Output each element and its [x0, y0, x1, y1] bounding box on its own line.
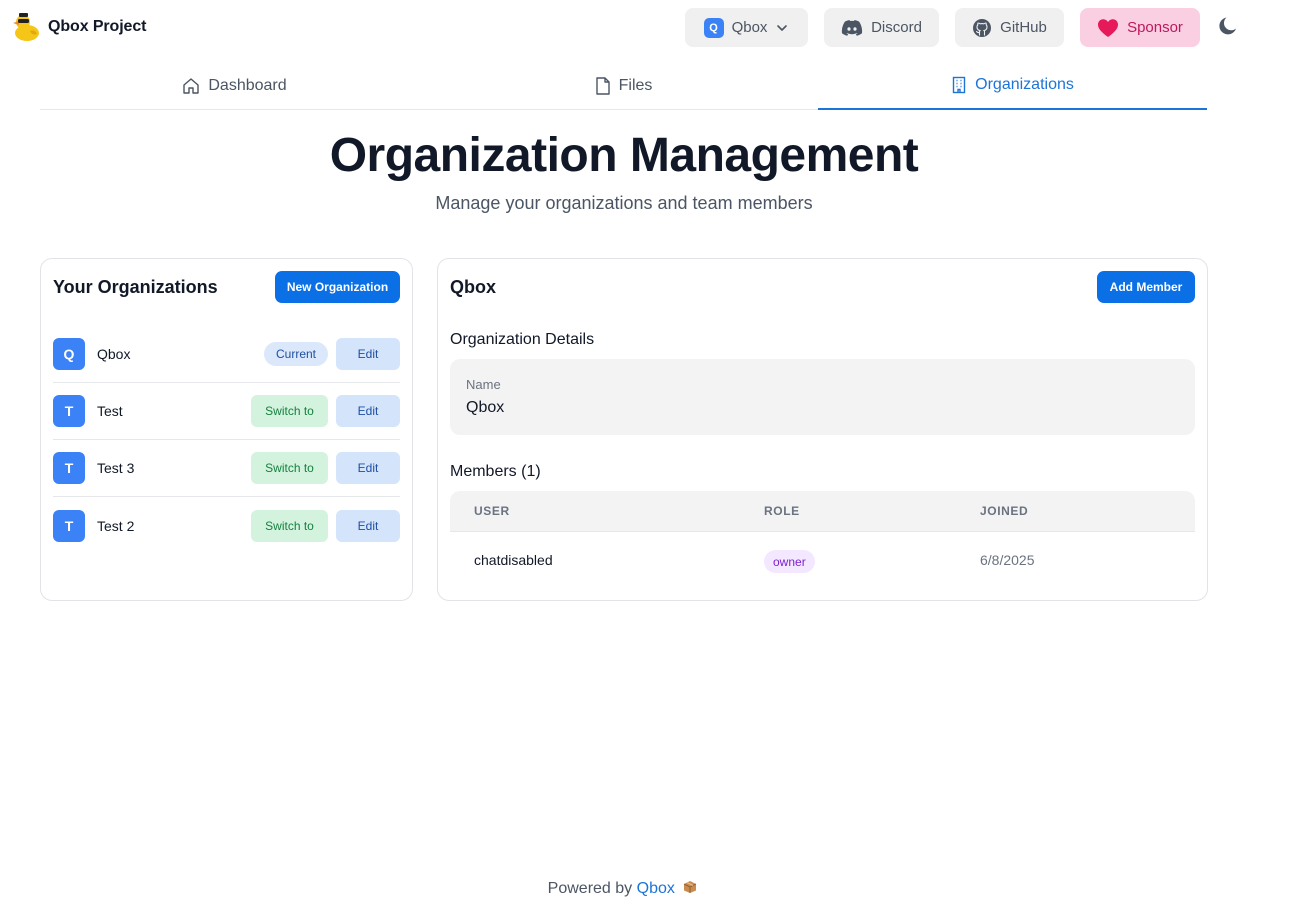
heart-icon — [1098, 18, 1119, 37]
github-icon — [973, 18, 992, 37]
discord-icon — [841, 19, 863, 36]
tab-dashboard[interactable]: Dashboard — [40, 61, 429, 110]
discord-button[interactable]: Discord — [824, 8, 939, 47]
org-name: Test 3 — [97, 460, 135, 476]
home-icon — [183, 77, 200, 94]
organizations-title: Your Organizations — [53, 277, 218, 297]
edit-button[interactable]: Edit — [336, 395, 400, 427]
moon-icon[interactable] — [1216, 14, 1240, 38]
brand-title: Qbox Project — [48, 18, 147, 35]
tab-label: Organizations — [975, 75, 1074, 93]
switch-to-button[interactable]: Switch to — [251, 452, 328, 484]
tab-organizations[interactable]: Organizations — [818, 61, 1207, 110]
edit-button[interactable]: Edit — [336, 452, 400, 484]
edit-button[interactable]: Edit — [336, 338, 400, 370]
table-header: USER ROLE JOINED — [450, 491, 1195, 532]
organization-detail-title: Qbox — [450, 277, 497, 297]
role-badge: owner — [764, 550, 815, 573]
column-header-joined: JOINED — [980, 504, 1029, 518]
page-title: Organization Management — [329, 129, 919, 182]
nav-tabs: Dashboard Files Organizations — [40, 61, 1207, 110]
org-row: T Test Switch to Edit — [53, 383, 400, 440]
github-label: GitHub — [1000, 19, 1047, 36]
org-avatar: T — [53, 452, 85, 484]
org-selector-button[interactable]: Q Qbox — [685, 8, 808, 47]
footer: Powered by Qbox — [0, 880, 1245, 898]
organization-detail-card: Qbox Add Member Organization Details Nam… — [437, 258, 1208, 601]
switch-to-button[interactable]: Switch to — [251, 509, 328, 542]
org-name: Test 2 — [97, 517, 135, 534]
name-label: Name — [466, 377, 501, 392]
sponsor-label: Sponsor — [1127, 19, 1183, 36]
org-selector-label: Qbox — [731, 19, 768, 36]
sponsor-button[interactable]: Sponsor — [1080, 8, 1200, 47]
name-value: Qbox — [466, 399, 505, 416]
details-heading: Organization Details — [450, 331, 595, 348]
new-organization-button[interactable]: New Organization — [275, 271, 400, 303]
footer-qbox-link[interactable]: Qbox — [637, 880, 675, 897]
footer-prefix: Powered by — [547, 880, 633, 897]
chevron-down-icon — [777, 24, 788, 31]
org-row: Q Qbox Current Edit — [53, 326, 400, 383]
current-badge: Current — [263, 342, 328, 366]
member-user: chatdisabled — [474, 552, 553, 568]
edit-button[interactable]: Edit — [336, 509, 400, 542]
org-selector-avatar: Q — [703, 17, 724, 38]
brand[interactable]: Qbox Project — [10, 11, 146, 43]
org-name: Test — [97, 403, 123, 419]
column-header-role: ROLE — [764, 504, 800, 518]
members-table: USER ROLE JOINED chatdisabled owner 6/8/… — [450, 491, 1195, 588]
top-header: Qbox Project Q Qbox Discord GitHub Spons… — [0, 0, 1300, 56]
tab-label: Files — [618, 76, 653, 94]
details-box: Name Qbox — [450, 359, 1195, 435]
table-row: chatdisabled owner 6/8/2025 — [450, 532, 1195, 588]
tab-files[interactable]: Files — [429, 61, 818, 110]
add-member-button[interactable]: Add Member — [1097, 271, 1195, 303]
org-row: T Test 3 Switch to Edit — [53, 440, 400, 497]
package-icon — [684, 881, 697, 893]
github-button[interactable]: GitHub — [955, 8, 1064, 47]
org-avatar: T — [53, 509, 85, 542]
org-name: Qbox — [97, 346, 131, 362]
building-icon — [952, 76, 966, 93]
members-heading: Members (1) — [450, 463, 541, 480]
org-row: T Test 2 Switch to Edit — [53, 497, 400, 554]
switch-to-button[interactable]: Switch to — [251, 395, 328, 427]
discord-label: Discord — [871, 19, 922, 36]
tab-label: Dashboard — [208, 76, 287, 94]
org-avatar: Q — [53, 338, 85, 370]
organizations-card: Your Organizations New Organization Q Qb… — [40, 258, 413, 601]
org-avatar: T — [53, 395, 85, 427]
member-joined: 6/8/2025 — [980, 552, 1035, 568]
page-subtitle: Manage your organizations and team membe… — [435, 193, 813, 213]
duck-logo-icon — [13, 13, 39, 41]
file-icon — [595, 76, 610, 95]
column-header-user: USER — [474, 504, 510, 518]
